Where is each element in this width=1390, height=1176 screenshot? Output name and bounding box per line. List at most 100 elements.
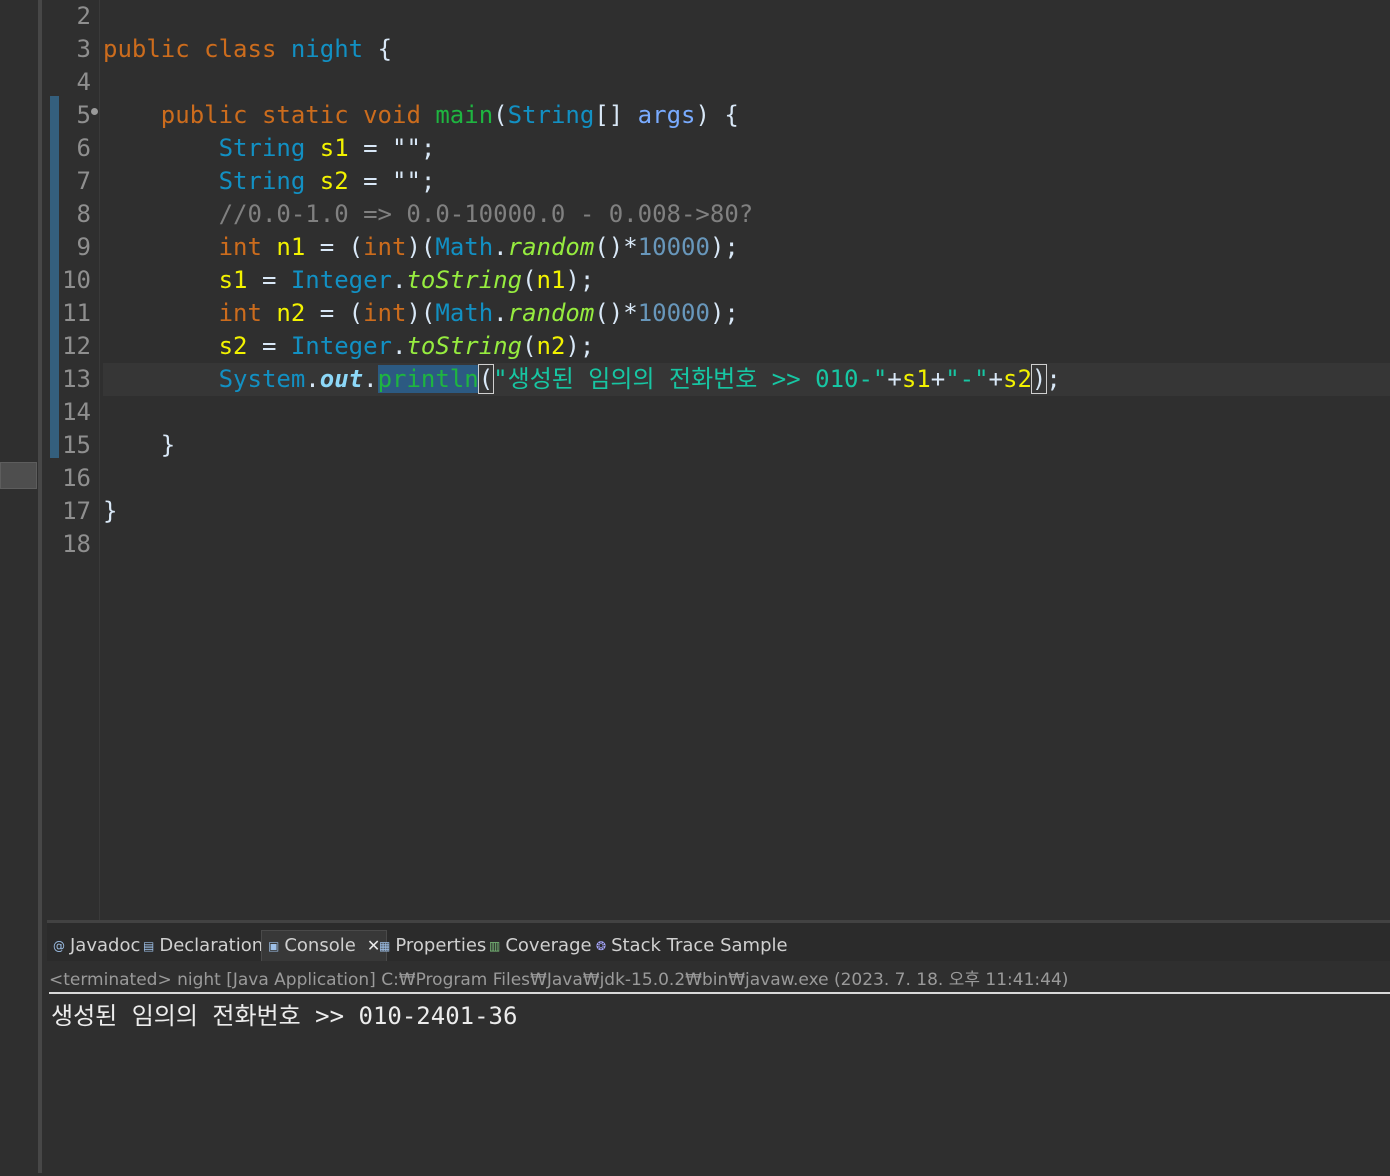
line-number: 12 [62,332,91,360]
code-text: = ""; [348,134,436,162]
line-number: 6 [76,134,91,162]
code-text: ); [709,299,739,327]
variable: n1 [536,266,566,294]
line-number: 9 [76,233,91,261]
tab-coverage[interactable]: ▥ Coverage [489,931,592,961]
static-field: out [319,365,364,393]
line-number: 18 [62,530,91,558]
line-number: 4 [76,68,91,96]
line-number: 3 [76,35,91,63]
sash-divider[interactable] [38,0,42,1173]
fold-toggle-icon[interactable] [91,108,98,115]
variable: s1 [218,266,248,294]
tab-label: Stack Trace Sample [611,935,788,956]
static-method: random [507,233,595,261]
brace: { [377,35,393,63]
variable: s1 [901,365,931,393]
line-number: 8 [76,200,91,228]
code-text: = ""; [348,167,436,195]
code-area[interactable]: public class night { public static void … [103,0,1390,561]
coverage-icon: ▥ [489,939,501,953]
tab-label: Properties [395,935,487,956]
tab-label: Console [284,935,356,956]
tab-label: Javadoc [70,935,141,956]
code-text: . [305,365,320,393]
class-name: Integer [290,266,393,294]
punct: ( [493,101,508,129]
code-text: . [493,299,508,327]
console-status: <terminated> night [Java Application] C:… [49,968,1390,994]
string-literal: "생성된 임의의 전화번호 >> 010-" [493,365,888,393]
variable: n2 [536,332,566,360]
punct: [] [594,101,624,129]
keyword: int [218,299,262,327]
variable: s2 [218,332,248,360]
variable: n1 [276,233,306,261]
keyword: int [218,233,262,261]
selected-method: println [377,365,479,393]
console-output[interactable]: 생성된 임의의 전화번호 >> 010-2401-36 [51,996,517,1031]
code-text: ); [709,233,739,261]
code-editor[interactable]: 2 3 4 5 6 7 8 9 10 11 12 13 14 15 16 17 … [47,0,1390,920]
variable: n2 [276,299,306,327]
current-code-line: System.out.println("생성된 임의의 전화번호 >> 010-… [103,363,1390,396]
line-number: 5 [76,101,91,129]
code-line: public class night { [103,33,1390,66]
operator: + [930,365,946,393]
static-method: toString [406,266,523,294]
code-text: . [363,365,378,393]
tab-javadoc[interactable]: @ Javadoc [53,931,140,961]
line-number: 17 [62,497,91,525]
method-name: main [435,101,494,129]
keyword: int [363,299,407,327]
tab-declaration[interactable]: ▤ Declaration [143,931,263,961]
code-text: )( [406,233,436,261]
string-literal: "-" [945,365,989,393]
code-text: = ( [305,233,364,261]
code-text: ); [565,266,595,294]
code-line: int n2 = (int)(Math.random()*10000); [103,297,1390,330]
number-literal: 10000 [637,233,710,261]
tab-console[interactable]: ▣ Console ✕ [261,930,388,961]
code-text: = [247,266,291,294]
code-text: . [392,266,407,294]
code-line: } [103,429,1390,462]
line-number: 11 [62,299,91,327]
declaration-icon: ▤ [143,939,155,953]
javadoc-icon: @ [53,939,65,953]
code-text: )( [406,299,436,327]
line-number: 13 [62,365,91,393]
brace: { [724,101,739,129]
static-method: toString [406,332,523,360]
code-text: . [493,233,508,261]
class-name: Math [435,233,494,261]
tab-stack-trace-sample[interactable]: ❂ Stack Trace Sample [596,931,788,961]
code-line: s1 = Integer.toString(n1); [103,264,1390,297]
left-sidebar-strip [0,0,42,1173]
line-number: 10 [62,266,91,294]
class-name: Integer [290,332,393,360]
minimized-view-tab[interactable] [0,462,37,489]
brace: } [103,497,118,525]
code-text: = ( [305,299,364,327]
line-number: 2 [76,2,91,30]
class-name: night [290,35,364,63]
code-line: s2 = Integer.toString(n2); [103,330,1390,363]
class-name: Math [435,299,494,327]
code-text: ( [522,266,537,294]
comment: //0.0-1.0 => 0.0-10000.0 - 0.008->80? [218,200,754,228]
keyword: public [103,35,190,63]
tab-properties[interactable]: ▦ Properties [379,931,486,961]
punct: ) [695,101,710,129]
type-name: String [507,101,595,129]
console-icon: ▣ [268,939,280,953]
code-text: ( [522,332,537,360]
keyword: static [261,101,349,129]
code-line: //0.0-1.0 => 0.0-10000.0 - 0.008->80? [103,198,1390,231]
brace: } [160,431,176,459]
editor-gutter: 2 3 4 5 6 7 8 9 10 11 12 13 14 15 16 17 … [47,0,100,920]
number-literal: 10000 [637,299,710,327]
